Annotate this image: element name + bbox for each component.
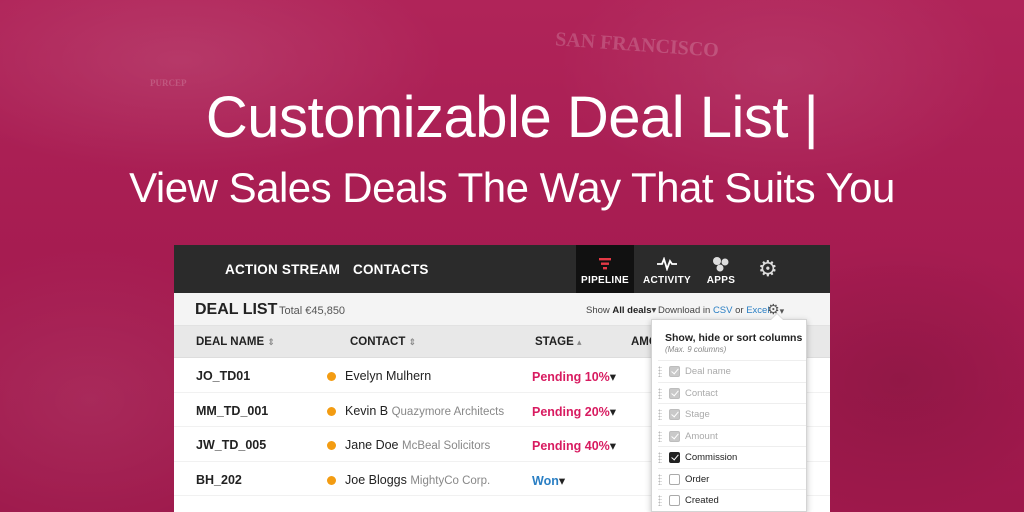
nav-settings[interactable]: ⚙ — [742, 245, 794, 293]
nav-link-contacts[interactable]: CONTACTS — [353, 262, 429, 277]
download-csv-link[interactable]: CSV — [713, 305, 733, 316]
drag-handle-icon[interactable] — [658, 387, 662, 399]
drag-handle-icon[interactable] — [658, 473, 662, 485]
deal-name[interactable]: BH_202 — [196, 473, 242, 487]
deal-name[interactable]: JW_TD_005 — [196, 438, 266, 452]
deal-contact[interactable]: Evelyn Mulhern — [345, 369, 431, 383]
column-checkbox — [669, 409, 680, 420]
column-header-stage[interactable]: STAGE ▴ — [535, 336, 582, 348]
column-option-amount[interactable]: Amount — [658, 424, 806, 447]
show-value: All deals — [612, 305, 652, 316]
column-settings-dropdown: Show, hide or sort columns (Max. 9 colum… — [651, 313, 807, 512]
column-checkbox — [669, 366, 680, 377]
nav-apps[interactable]: APPS — [694, 245, 748, 293]
download-prefix: Download in — [658, 305, 711, 316]
column-option-label: Order — [685, 473, 710, 485]
drag-handle-icon[interactable] — [658, 409, 662, 420]
column-option-label: Stage — [685, 409, 710, 420]
drag-handle-icon[interactable] — [658, 430, 662, 442]
column-checkbox[interactable] — [669, 495, 680, 506]
drag-handle-icon[interactable] — [658, 495, 662, 506]
download-excel-link[interactable]: Excel — [746, 305, 769, 316]
nav-pipeline[interactable]: PIPELINE — [576, 245, 634, 293]
download-links: Download in CSV or Excel — [658, 305, 769, 316]
column-checkbox — [669, 430, 680, 442]
nav-apps-label: APPS — [706, 274, 736, 286]
show-prefix: Show — [586, 305, 610, 316]
headline-subtitle: View Sales Deals The Way That Suits You — [129, 164, 895, 211]
nav-activity[interactable]: ACTIVITY — [638, 245, 696, 293]
column-option-deal-name[interactable]: Deal name — [658, 360, 806, 382]
column-option-commission[interactable]: Commission — [658, 446, 806, 468]
column-option-label: Deal name — [685, 366, 731, 377]
headline-title: Customizable Deal List | — [205, 85, 819, 150]
column-option-contact[interactable]: Contact — [658, 381, 806, 404]
deal-stage[interactable]: Pending 40%▾ — [532, 438, 616, 453]
deal-contact[interactable]: Jane Doe McBeal Solicitors — [345, 438, 490, 452]
column-header-contact[interactable]: CONTACT ⇕ — [350, 336, 416, 348]
activity-pulse-icon — [657, 253, 677, 275]
status-dot — [327, 441, 336, 450]
gear-icon: ⚙ — [757, 256, 779, 281]
deal-contact[interactable]: Joe Bloggs MightyCo Corp. — [345, 473, 490, 487]
column-option-label: Commission — [685, 452, 738, 463]
deal-total: Total €45,850 — [279, 305, 346, 317]
column-checkbox[interactable] — [669, 452, 680, 463]
top-navigation: ACTION STREAM CONTACTS PIPELINE ACTIVITY — [174, 245, 830, 293]
deal-stage[interactable]: Won▾ — [532, 473, 565, 488]
pipeline-funnel-icon — [598, 253, 612, 275]
drag-handle-icon[interactable] — [658, 452, 662, 463]
column-option-stage[interactable]: Stage — [658, 403, 806, 425]
column-option-label: Contact — [685, 387, 718, 399]
status-dot — [327, 406, 336, 416]
drag-handle-icon[interactable] — [658, 366, 662, 377]
deal-stage[interactable]: Pending 20%▾ — [532, 404, 616, 419]
column-checkbox — [669, 387, 680, 399]
download-or: or — [735, 305, 744, 316]
deal-stage[interactable]: Pending 10%▾ — [532, 369, 616, 384]
dropdown-title: Show, hide or sort columns — [665, 332, 803, 344]
column-checkbox[interactable] — [669, 473, 680, 485]
deal-name[interactable]: MM_TD_001 — [196, 404, 268, 418]
page-title: DEAL LIST — [195, 301, 278, 318]
dropdown-subtitle: (Max. 9 columns) — [665, 345, 727, 354]
chevron-down-icon: ▾ — [651, 305, 657, 316]
column-option-created[interactable]: Created — [658, 489, 806, 511]
column-option-label: Amount — [685, 430, 718, 442]
deal-name[interactable]: JO_TD01 — [196, 369, 250, 383]
column-header-deal-name[interactable]: DEAL NAME ⇕ — [196, 336, 275, 348]
show-filter[interactable]: Show All deals▾ — [586, 305, 656, 316]
column-option-label: Created — [685, 495, 719, 506]
nav-activity-label: ACTIVITY — [643, 274, 691, 286]
nav-link-action-stream[interactable]: ACTION STREAM — [225, 262, 340, 277]
apps-bubbles-icon — [712, 253, 730, 275]
nav-pipeline-label: PIPELINE — [581, 274, 629, 286]
deal-contact[interactable]: Kevin B Quazymore Architects — [345, 404, 504, 418]
status-dot — [327, 475, 336, 485]
column-option-order[interactable]: Order — [658, 467, 806, 490]
status-dot — [327, 372, 336, 381]
